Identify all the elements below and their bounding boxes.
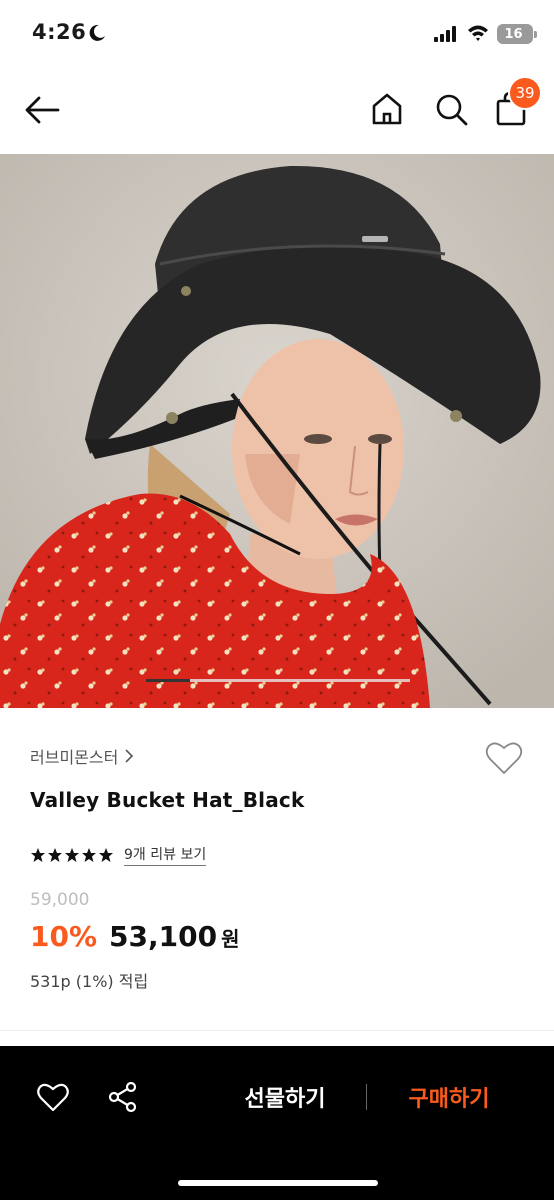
brand-name: 러브미몬스터: [30, 748, 119, 767]
product-title: Valley Bucket Hat_Black: [30, 788, 305, 812]
star-icon: [48, 848, 62, 862]
currency-unit: 원: [221, 927, 240, 951]
nav-bar: 39: [0, 66, 554, 154]
status-time: 4:26: [32, 20, 87, 44]
section-divider: [0, 1030, 554, 1031]
star-icon: [99, 848, 113, 862]
share-icon[interactable]: [106, 1080, 140, 1114]
reward-points: 531p (1%) 적립: [30, 972, 149, 991]
bottom-action-bar: 선물하기 구매하기: [0, 1046, 554, 1200]
moon-icon: [89, 24, 105, 41]
rating-row: 9개 리뷰 보기: [30, 844, 207, 866]
chevron-right-icon: [125, 749, 134, 763]
discount-rate: 10%: [30, 920, 98, 953]
status-bar: 4:26 16: [0, 0, 554, 66]
star-icon: [82, 848, 96, 862]
back-arrow-icon[interactable]: [22, 90, 62, 130]
search-icon[interactable]: [432, 90, 470, 128]
buy-button[interactable]: 구매하기: [392, 1076, 506, 1118]
wishlist-heart-icon[interactable]: [484, 738, 524, 778]
sale-price: 53,100: [109, 920, 218, 953]
cart-count-badge: 39: [508, 76, 542, 110]
signal-icon: [434, 26, 456, 42]
original-price: 59,000: [30, 890, 90, 910]
rating-stars: [30, 847, 114, 863]
like-heart-icon[interactable]: [36, 1080, 70, 1114]
product-image[interactable]: [0, 154, 554, 708]
gift-button[interactable]: 선물하기: [228, 1076, 342, 1118]
price-row: 10% 53,100 원: [30, 920, 240, 953]
star-icon: [65, 848, 79, 862]
battery-indicator: 16: [497, 24, 537, 44]
star-icon: [31, 848, 45, 862]
home-icon[interactable]: [368, 90, 406, 128]
wifi-icon: [468, 25, 488, 41]
home-indicator: [178, 1180, 378, 1186]
bottom-bar-divider: [366, 1084, 367, 1110]
review-link[interactable]: 9개 리뷰 보기: [124, 844, 207, 866]
brand-link[interactable]: 러브미몬스터: [30, 744, 134, 768]
